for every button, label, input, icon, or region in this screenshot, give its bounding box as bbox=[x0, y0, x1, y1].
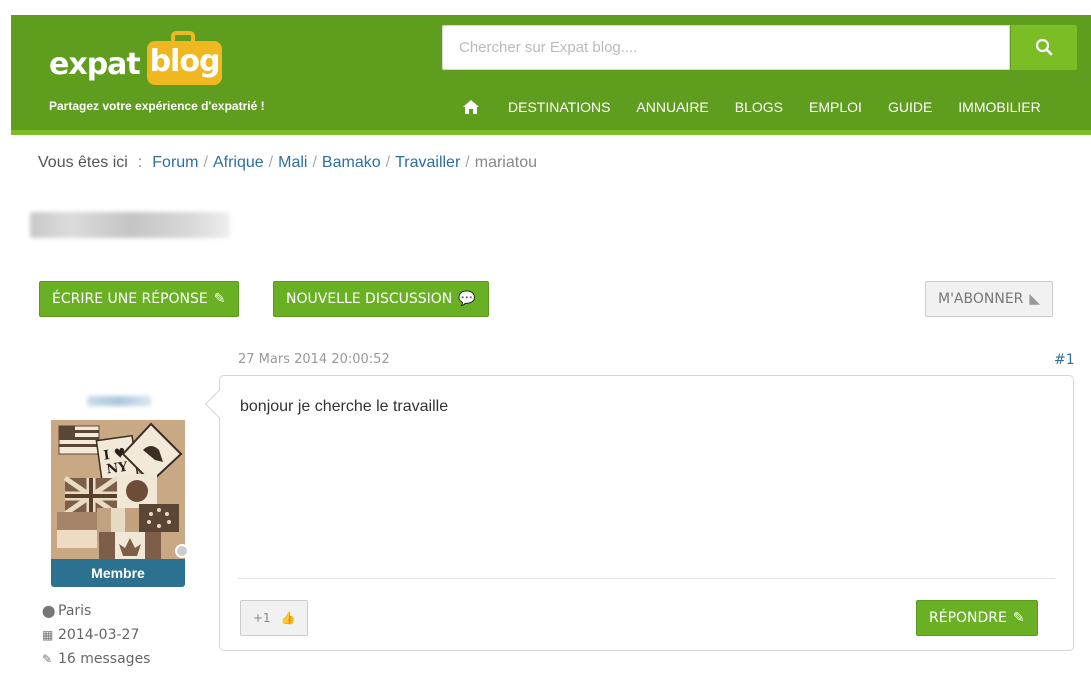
pencil-icon: ✎ bbox=[213, 291, 226, 307]
breadcrumb-afrique[interactable]: Afrique bbox=[213, 154, 264, 171]
logo-word-blog: blog bbox=[147, 41, 222, 85]
breadcrumb-bamako[interactable]: Bamako bbox=[322, 154, 381, 171]
pencil-icon: ✎ bbox=[42, 652, 53, 666]
avatar[interactable]: I ♥ NY bbox=[51, 420, 185, 566]
rss-icon: ◣ bbox=[1029, 291, 1041, 307]
nav-annuaire[interactable]: ANNUAIRE bbox=[636, 99, 708, 115]
post-number-link[interactable]: #1 bbox=[1054, 352, 1075, 368]
site-tagline: Partagez votre expérience d'expatrié ! bbox=[49, 99, 265, 113]
calendar-icon: ▦ bbox=[42, 628, 54, 642]
search-input[interactable]: Chercher sur Expat blog.... bbox=[442, 25, 1010, 70]
reply-label: RÉPONDRE bbox=[929, 610, 1007, 626]
plus-one-label: +1 bbox=[253, 611, 271, 625]
author-messages: ✎ 16 messages bbox=[42, 651, 150, 667]
breadcrumb-forum[interactable]: Forum bbox=[152, 154, 198, 171]
new-discussion-label: NOUVELLE DISCUSSION bbox=[286, 291, 453, 307]
main-nav: DESTINATIONS ANNUAIRE BLOGS EMPLOI GUIDE… bbox=[458, 99, 1067, 115]
chat-bubbles-icon: 💬 bbox=[458, 291, 476, 307]
thumbs-up-icon: 👍 bbox=[280, 611, 296, 625]
breadcrumb-separator: / bbox=[385, 154, 391, 171]
write-reply-button[interactable]: ÉCRIRE UNE RÉPONSE ✎ bbox=[39, 281, 239, 317]
breadcrumb: Vous êtes ici: Forum / Afrique / Mali / Bamako /… bbox=[38, 154, 537, 172]
avatar-image: I ♥ NY bbox=[51, 420, 185, 566]
search-button[interactable] bbox=[1011, 25, 1077, 70]
offline-status-dot bbox=[175, 544, 189, 558]
write-reply-label: ÉCRIRE UNE RÉPONSE bbox=[52, 291, 208, 307]
site-header: expat blog Partagez votre expérience d'e… bbox=[11, 15, 1091, 135]
nav-blogs[interactable]: BLOGS bbox=[735, 99, 783, 115]
thread-title-blurred bbox=[30, 212, 230, 238]
author-location-text: Paris bbox=[58, 603, 92, 619]
breadcrumb-separator: / bbox=[203, 154, 208, 171]
reply-button[interactable]: RÉPONDRE ✎ bbox=[916, 600, 1038, 636]
search-icon bbox=[1035, 38, 1053, 56]
post-pointer-arrow bbox=[204, 389, 234, 419]
pencil-icon: ✎ bbox=[1012, 610, 1025, 626]
author-messages-text[interactable]: 16 messages bbox=[58, 651, 150, 667]
map-marker-icon: ⬤ bbox=[42, 604, 56, 618]
new-discussion-button[interactable]: NOUVELLE DISCUSSION 💬 bbox=[273, 281, 489, 317]
breadcrumb-prefix: Vous êtes ici bbox=[38, 154, 128, 171]
post-message: bonjour je cherche le travaille bbox=[240, 398, 449, 415]
author-location: ⬤ Paris bbox=[42, 603, 91, 619]
nav-immobilier[interactable]: IMMOBILIER bbox=[958, 99, 1040, 115]
breadcrumb-mali[interactable]: Mali bbox=[278, 154, 307, 171]
subscribe-label: M'ABONNER bbox=[938, 291, 1024, 307]
home-icon[interactable] bbox=[458, 99, 484, 115]
subscribe-button[interactable]: M'ABONNER ◣ bbox=[925, 281, 1054, 317]
author-name-blurred[interactable] bbox=[87, 396, 151, 406]
post-divider bbox=[238, 578, 1055, 579]
post-body: bonjour je cherche le travaille +1 👍 RÉP… bbox=[204, 375, 1074, 651]
post-date: 27 Mars 2014 20:00:52 bbox=[238, 352, 390, 367]
breadcrumb-colon: : bbox=[137, 154, 143, 171]
breadcrumb-current: mariatou bbox=[474, 154, 537, 171]
nav-guide[interactable]: GUIDE bbox=[888, 99, 932, 115]
breadcrumb-separator: / bbox=[312, 154, 317, 171]
plus-one-button[interactable]: +1 👍 bbox=[240, 600, 309, 636]
breadcrumb-separator: / bbox=[268, 154, 274, 171]
logo-word-expat: expat bbox=[49, 47, 141, 82]
author-joined-text: 2014-03-27 bbox=[58, 627, 140, 643]
search-bar: Chercher sur Expat blog.... bbox=[442, 25, 1078, 70]
member-role-badge: Membre bbox=[51, 559, 185, 587]
nav-emploi[interactable]: EMPLOI bbox=[809, 99, 862, 115]
nav-destinations[interactable]: DESTINATIONS bbox=[508, 99, 610, 115]
breadcrumb-travailler[interactable]: Travailler bbox=[395, 154, 460, 171]
breadcrumb-separator: / bbox=[465, 154, 470, 171]
author-joined: ▦ 2014-03-27 bbox=[42, 627, 139, 643]
